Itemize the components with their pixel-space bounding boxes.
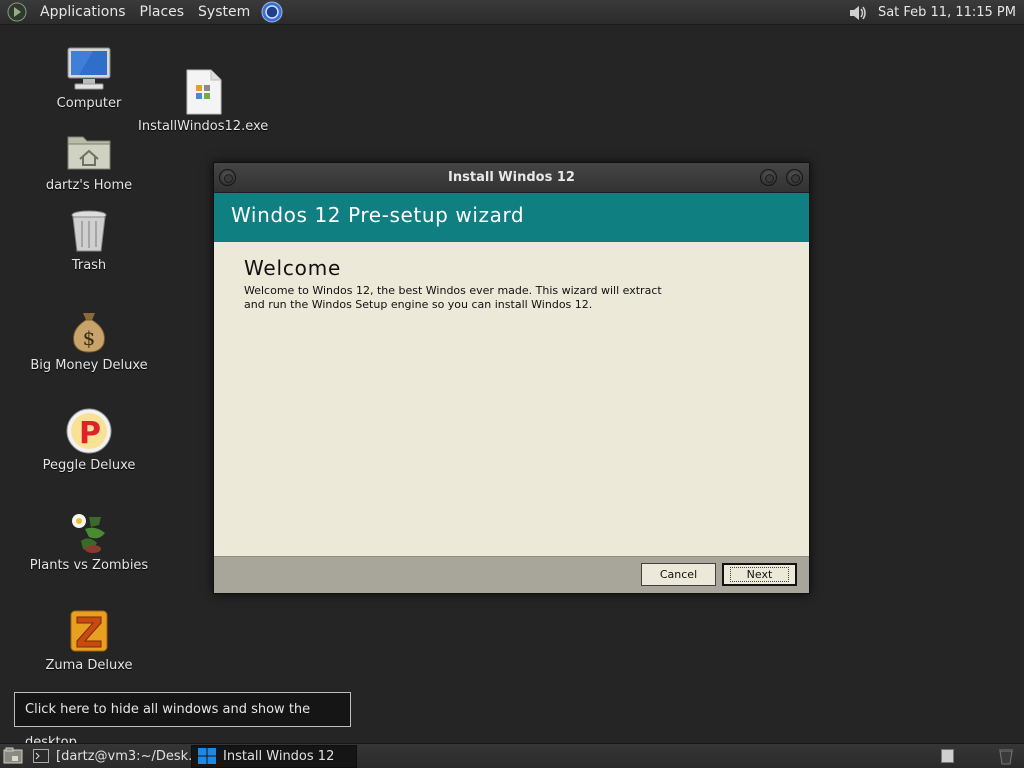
clock[interactable]: Sat Feb 11, 11:15 PM [878,5,1016,20]
taskbar-item-terminal[interactable]: [dartz@vm3:~/Desk... [27,745,201,768]
svg-text:$: $ [83,326,96,350]
window-titlebar[interactable]: Install Windos 12 [214,163,809,193]
desktop-icon-big-money[interactable]: $ Big Money Deluxe [24,307,154,373]
welcome-text: Welcome to Windos 12, the best Windos ev… [244,284,662,311]
desktop-icon-zuma[interactable]: Zuma Deluxe [24,607,154,673]
home-folder-icon [67,136,111,170]
money-bag-icon: $ [73,313,105,353]
wizard-footer: Cancel Next [214,556,809,593]
workspace-switcher[interactable] [941,749,954,763]
applications-menu[interactable]: Applications [33,0,133,25]
bottom-panel: [dartz@vm3:~/Desk... Install Windos 12 [0,743,1024,768]
cancel-button[interactable]: Cancel [641,563,716,586]
show-desktop-icon[interactable] [3,747,23,765]
trash-applet-icon[interactable] [996,746,1016,766]
minimize-icon[interactable] [760,169,777,186]
wizard-body: Welcome Welcome to Windos 12, the best W… [214,242,809,557]
next-button-label: Next [729,567,790,582]
desktop-icon-label: Trash [71,258,107,273]
desktop-icon-computer[interactable]: Computer [24,45,154,111]
installer-window: Install Windos 12 Windos 12 Pre-setup wi… [213,162,810,594]
wizard-header: Windos 12 Pre-setup wizard [214,193,809,242]
desktop-icon-label: Big Money Deluxe [30,358,148,373]
next-button[interactable]: Next [722,563,797,586]
top-panel: Applications Places System Sat Feb 11, 1… [0,0,1024,25]
gnome-foot-icon[interactable] [7,2,27,22]
desktop-icon-label: dartz's Home [45,178,133,193]
zuma-icon [70,610,108,652]
window-title: Install Windos 12 [448,170,575,185]
taskbar-item-installer[interactable]: Install Windos 12 [191,744,357,768]
desktop-icon-label: Computer [56,96,122,111]
desktop-icon-installer[interactable]: InstallWindos12.exe [138,68,268,134]
desktop-icon-home[interactable]: dartz's Home [24,127,154,193]
plants-icon [72,514,105,553]
welcome-heading: Welcome [244,256,342,280]
peggle-icon: P [66,408,112,454]
windows-logo-icon [198,748,216,764]
desktop-icon-plants[interactable]: Plants vs Zombies [24,507,154,573]
exe-file-icon [186,69,222,115]
browser-icon[interactable] [261,1,283,23]
desktop-icon-label: InstallWindos12.exe [138,119,269,134]
desktop-icon-peggle[interactable]: P Peggle Deluxe [24,407,154,473]
system-menu[interactable]: System [191,0,257,25]
desktop-icon-label: Peggle Deluxe [42,458,136,473]
maximize-icon[interactable] [786,169,803,186]
svg-text:P: P [79,416,101,451]
top-right-applets: Sat Feb 11, 11:15 PM [847,0,1016,25]
taskbar-item-label: [dartz@vm3:~/Desk... [56,748,201,764]
window-menu-icon[interactable] [219,169,236,186]
desktop-icon-trash[interactable]: Trash [24,207,154,273]
taskbar-item-label: Install Windos 12 [223,748,335,764]
computer-icon [67,47,111,90]
volume-icon[interactable] [847,3,869,23]
places-menu[interactable]: Places [133,0,192,25]
desktop-icon-label: Zuma Deluxe [45,658,133,673]
terminal-icon [33,749,49,763]
trash-icon [71,210,107,252]
show-desktop-tooltip: Click here to hide all windows and show … [14,692,351,750]
desktop-icon-label: Plants vs Zombies [29,558,149,573]
